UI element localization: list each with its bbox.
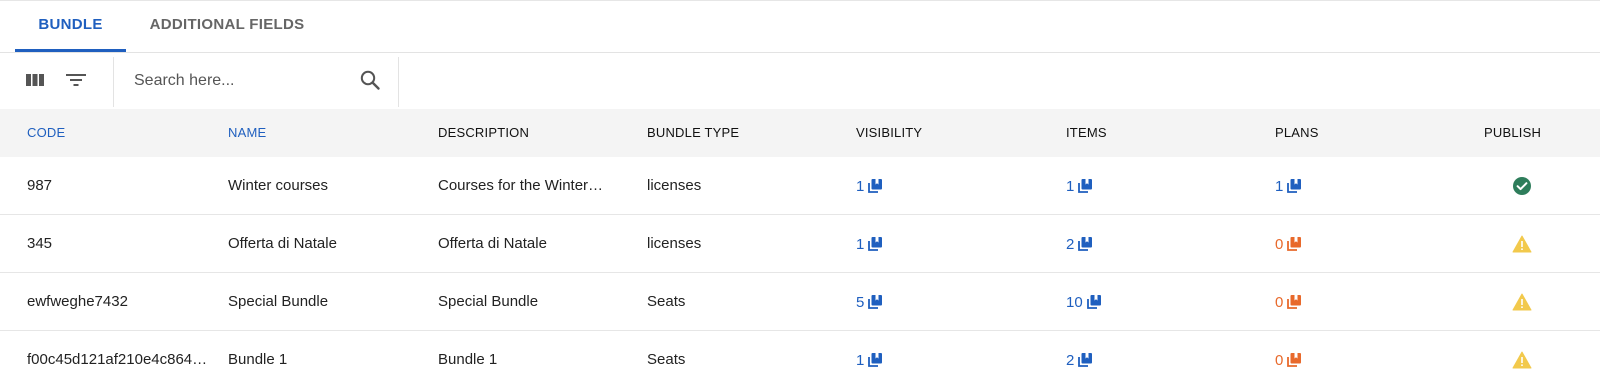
- plans-count-link[interactable]: 1: [1275, 157, 1302, 215]
- tab-bar: BUNDLE ADDITIONAL FIELDS: [0, 1, 1600, 53]
- tab-bundle[interactable]: BUNDLE: [15, 1, 126, 52]
- library-icon: [1086, 294, 1102, 310]
- library-icon: [1286, 294, 1302, 310]
- publish-warning-icon[interactable]: [1512, 273, 1532, 331]
- filter-icon[interactable]: [63, 67, 89, 93]
- visibility-count: 1: [856, 177, 865, 195]
- cell-description: Special Bundle: [438, 293, 539, 310]
- plans-count-link[interactable]: 0: [1275, 273, 1302, 331]
- library-icon: [1286, 178, 1302, 194]
- library-icon: [867, 236, 883, 252]
- visibility-count-link[interactable]: 1: [856, 215, 883, 273]
- column-header-bundle-type: BUNDLE TYPE: [647, 125, 740, 140]
- cell-code: f00c45d121af210e4c864…: [27, 351, 208, 368]
- items-count: 1: [1066, 177, 1075, 195]
- toolbar-divider: [113, 57, 114, 107]
- column-header-plans: PLANS: [1275, 125, 1319, 140]
- table-row[interactable]: 345 Offerta di Natale Offerta di Natale lic…: [0, 215, 1600, 273]
- cell-name: Bundle 1: [228, 351, 288, 368]
- library-icon: [1286, 236, 1302, 252]
- library-icon: [867, 352, 883, 368]
- items-count: 2: [1066, 235, 1075, 253]
- column-header-code[interactable]: CODE: [27, 109, 65, 157]
- table-row[interactable]: f00c45d121af210e4c864… Bundle 1 Bundle 1 Se…: [0, 331, 1600, 377]
- toolbar-divider: [398, 57, 399, 107]
- cell-description: Courses for the Winter…: [438, 177, 604, 194]
- library-icon: [1077, 178, 1093, 194]
- cell-bundle-type: licenses: [647, 235, 702, 252]
- visibility-count-link[interactable]: 1: [856, 331, 883, 377]
- visibility-count: 1: [856, 235, 865, 253]
- plans-count: 0: [1275, 351, 1284, 369]
- cell-code: 345: [27, 235, 53, 252]
- cell-bundle-type: Seats: [647, 293, 686, 310]
- publish-warning-icon[interactable]: [1512, 215, 1532, 273]
- cell-code: ewfweghe7432: [27, 293, 128, 310]
- cell-description: Offerta di Natale: [438, 235, 547, 252]
- search-input[interactable]: [134, 66, 354, 96]
- cell-name: Offerta di Natale: [228, 235, 337, 252]
- column-header-publish: PUBLISH: [1484, 125, 1542, 140]
- active-tab-indicator: [15, 49, 126, 52]
- visibility-count: 1: [856, 351, 865, 369]
- search-icon[interactable]: [357, 67, 383, 93]
- cell-code: 987: [27, 177, 53, 194]
- cell-name: Winter courses: [228, 177, 329, 194]
- library-icon: [1077, 352, 1093, 368]
- plans-count: 0: [1275, 293, 1284, 311]
- visibility-count-link[interactable]: 1: [856, 157, 883, 215]
- table-row[interactable]: ewfweghe7432 Special Bundle Special Bundle…: [0, 273, 1600, 331]
- column-header-items: ITEMS: [1066, 125, 1107, 140]
- published-check-icon[interactable]: [1512, 157, 1532, 215]
- items-count-link[interactable]: 10: [1066, 273, 1102, 331]
- items-count-link[interactable]: 2: [1066, 215, 1093, 273]
- items-count: 10: [1066, 293, 1083, 311]
- library-icon: [1286, 352, 1302, 368]
- column-header-name[interactable]: NAME: [228, 109, 266, 157]
- library-icon: [867, 294, 883, 310]
- tab-additional-fields[interactable]: ADDITIONAL FIELDS: [138, 1, 316, 52]
- cell-name: Special Bundle: [228, 293, 329, 310]
- library-icon: [1077, 236, 1093, 252]
- table-toolbar: [0, 53, 1600, 109]
- library-icon: [867, 178, 883, 194]
- plans-count: 1: [1275, 177, 1284, 195]
- column-header-visibility: VISIBILITY: [856, 125, 923, 140]
- publish-warning-icon[interactable]: [1512, 331, 1532, 377]
- items-count: 2: [1066, 351, 1075, 369]
- plans-count-link[interactable]: 0: [1275, 215, 1302, 273]
- cell-bundle-type: Seats: [647, 351, 686, 368]
- visibility-count: 5: [856, 293, 865, 311]
- column-header-description: DESCRIPTION: [438, 125, 530, 140]
- items-count-link[interactable]: 2: [1066, 331, 1093, 377]
- table-header: CODE NAME DESCRIPTION BUNDLE TYPE VISIBI…: [0, 109, 1600, 157]
- columns-icon[interactable]: [22, 67, 48, 93]
- plans-count: 0: [1275, 235, 1284, 253]
- visibility-count-link[interactable]: 5: [856, 273, 883, 331]
- items-count-link[interactable]: 1: [1066, 157, 1093, 215]
- cell-description: Bundle 1: [438, 351, 498, 368]
- cell-bundle-type: licenses: [647, 177, 702, 194]
- plans-count-link[interactable]: 0: [1275, 331, 1302, 377]
- table-row[interactable]: 987 Winter courses Courses for the Winter……: [0, 157, 1600, 215]
